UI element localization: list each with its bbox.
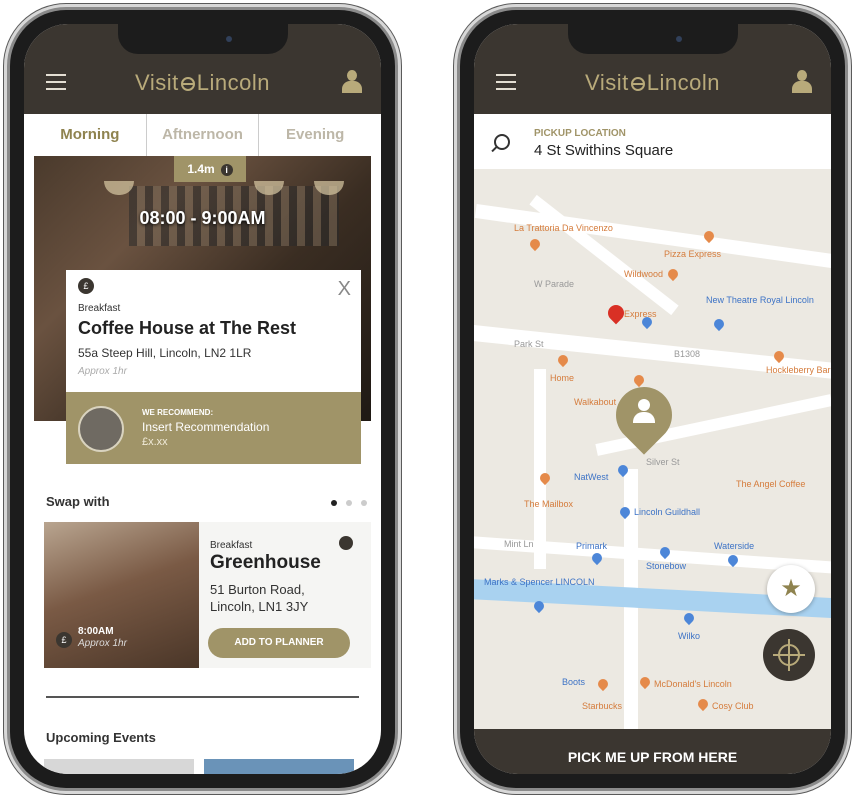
poi-label: Home bbox=[550, 373, 575, 383]
pickup-label: PICKUP LOCATION bbox=[534, 128, 626, 139]
swap-duration: Approx 1hr bbox=[78, 638, 127, 649]
tab-afternoon[interactable]: Aftnernoon bbox=[145, 114, 259, 156]
info-icon[interactable]: i bbox=[220, 164, 233, 176]
activity-title: Coffee House at The Rest bbox=[78, 318, 297, 338]
activity-category: Breakfast bbox=[78, 303, 121, 314]
favourite-star-button[interactable]: ★ bbox=[767, 565, 815, 613]
poi-label: Express bbox=[624, 309, 657, 319]
event-thumbnail[interactable] bbox=[44, 759, 194, 774]
activity-duration: Approx 1hr bbox=[78, 366, 127, 377]
price-icon bbox=[339, 536, 353, 550]
activity-card[interactable]: £ X Breakfast Coffee House at The Rest 5… bbox=[66, 270, 361, 392]
swap-time: 8:00AM bbox=[78, 626, 114, 637]
poi-label: Hockleberry Bar and Grill bbox=[766, 365, 831, 375]
poi-label: Cosy Club bbox=[712, 701, 754, 711]
price-icon: £ bbox=[78, 278, 94, 294]
poi-label: The Mailbox bbox=[524, 499, 574, 509]
recommendation-thumbnail bbox=[78, 406, 124, 452]
street-label: W Parade bbox=[534, 279, 575, 289]
poi-label: McDonald's Lincoln bbox=[654, 679, 732, 689]
swap-title: Greenhouse bbox=[210, 552, 321, 573]
search-icon bbox=[494, 134, 510, 150]
swap-card[interactable]: 8:00AM Approx 1hr £ Breakfast Greenhouse… bbox=[44, 522, 371, 668]
logo-text-lincoln: Lincoln bbox=[196, 70, 270, 95]
tab-morning[interactable]: Morning bbox=[34, 114, 146, 156]
user-icon bbox=[632, 399, 656, 425]
recommendation-text: Insert Recommendation bbox=[142, 420, 270, 434]
right-phone: Visit Lincoln PICKUP LOCATION 4 St Swithi… bbox=[460, 10, 845, 788]
pick-me-up-button[interactable]: PICK ME UP FROM HERE bbox=[474, 729, 831, 774]
street-label: B1308 bbox=[674, 349, 701, 359]
poi-label: Wildwood bbox=[624, 269, 664, 279]
carousel-dots[interactable] bbox=[331, 500, 367, 506]
poi-label: La Trattoria Da Vincenzo bbox=[514, 223, 613, 233]
poi-label: Boots bbox=[562, 677, 586, 687]
poi-label: Waterside bbox=[714, 541, 755, 551]
poi-label: Stonebow bbox=[646, 561, 687, 571]
swap-heading: Swap with bbox=[46, 494, 110, 509]
poi-label: Wilko bbox=[678, 631, 700, 641]
poi-label: Primark bbox=[576, 541, 607, 551]
add-to-planner-button[interactable]: ADD TO PLANNER bbox=[208, 628, 350, 658]
logo-text-visit: Visit bbox=[585, 70, 629, 95]
distance-badge: 1.4m i bbox=[174, 156, 246, 182]
poi-label: Marks & Spencer LINCOLN bbox=[484, 577, 595, 587]
poi-label: Pizza Express bbox=[664, 249, 722, 259]
recommendation-heading: WE RECOMMEND: bbox=[142, 408, 214, 417]
poi-label: Lincoln Guildhall bbox=[634, 507, 701, 517]
upcoming-events-heading: Upcoming Events bbox=[46, 730, 156, 745]
recommendation-panel[interactable]: WE RECOMMEND: Insert Recommendation £x.x… bbox=[66, 392, 361, 464]
user-icon[interactable] bbox=[791, 70, 813, 94]
app-logo: Visit Lincoln bbox=[24, 70, 381, 96]
globe-icon bbox=[180, 77, 195, 91]
poi-label: NatWest bbox=[574, 472, 609, 482]
price-icon: £ bbox=[56, 632, 72, 648]
time-range: 08:00 - 9:00AM bbox=[139, 208, 266, 228]
notch bbox=[117, 24, 288, 54]
logo-text-lincoln: Lincoln bbox=[646, 70, 720, 95]
swap-address-line2: Lincoln, LN1 3JY bbox=[210, 599, 309, 614]
user-icon[interactable] bbox=[341, 70, 363, 94]
pickup-address-input[interactable]: 4 St Swithins Square bbox=[534, 142, 673, 159]
tab-evening[interactable]: Evening bbox=[258, 114, 371, 156]
left-phone: Visit Lincoln Morning Aftnernoon Evening … bbox=[10, 10, 395, 788]
locate-me-button[interactable] bbox=[763, 629, 815, 681]
map-view[interactable]: La Trattoria Da Vincenzo Pizza Express W… bbox=[474, 169, 831, 729]
time-of-day-tabs: Morning Aftnernoon Evening bbox=[34, 114, 371, 157]
poi-label: New Theatre Royal Lincoln bbox=[706, 295, 814, 305]
globe-icon bbox=[630, 77, 645, 91]
street-label: Park St bbox=[514, 339, 544, 349]
poi-label: The Angel Coffee bbox=[736, 479, 806, 489]
recommendation-price: £x.xx bbox=[142, 436, 168, 448]
swap-address-line1: 51 Burton Road, bbox=[210, 582, 305, 597]
event-thumbnail[interactable] bbox=[204, 759, 354, 774]
activity-address: 55a Steep Hill, Lincoln, LN2 1LR bbox=[78, 346, 252, 360]
notch bbox=[567, 24, 738, 54]
distance-text: 1.4m bbox=[187, 162, 215, 176]
logo-text-visit: Visit bbox=[135, 70, 179, 95]
app-logo: Visit Lincoln bbox=[474, 70, 831, 96]
right-screen: Visit Lincoln PICKUP LOCATION 4 St Swithi… bbox=[474, 24, 831, 774]
street-label: Mint Ln bbox=[504, 539, 534, 549]
divider bbox=[46, 696, 359, 698]
swap-category: Breakfast bbox=[210, 540, 253, 551]
close-icon[interactable]: X bbox=[338, 278, 351, 301]
red-location-pin[interactable] bbox=[604, 301, 628, 325]
street-label: Silver St bbox=[646, 457, 680, 467]
poi-label: Starbucks bbox=[582, 701, 623, 711]
pickup-search[interactable]: PICKUP LOCATION 4 St Swithins Square bbox=[474, 114, 831, 169]
poi-label: Walkabout bbox=[574, 397, 617, 407]
left-screen: Visit Lincoln Morning Aftnernoon Evening … bbox=[24, 24, 381, 774]
